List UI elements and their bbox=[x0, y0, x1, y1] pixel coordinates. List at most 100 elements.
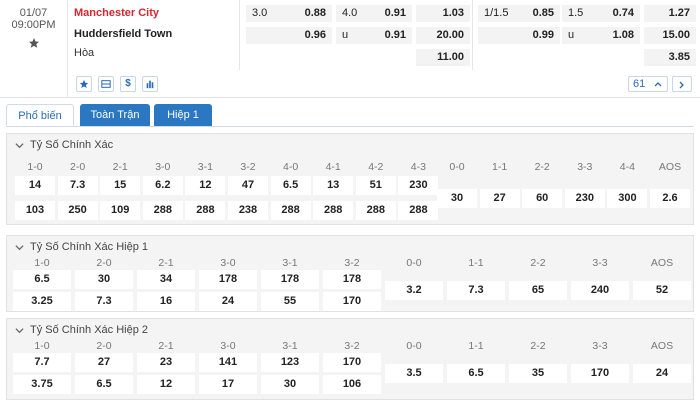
away-score-odd[interactable]: 170 bbox=[323, 292, 381, 311]
h1-home-win-odd[interactable]: 1.27 bbox=[644, 5, 696, 22]
draw-score-odd[interactable]: 230 bbox=[564, 188, 605, 208]
h1-away-win-odd[interactable]: 15.00 bbox=[644, 27, 696, 44]
section-title: Tỷ Số Chính Xác bbox=[30, 139, 114, 151]
chevron-down-icon bbox=[15, 142, 24, 148]
h1-over-odd[interactable]: 1.5 0.74 bbox=[562, 5, 640, 22]
home-score-odd[interactable]: 27 bbox=[75, 353, 133, 372]
score-label: 3-2 bbox=[344, 340, 360, 352]
draw-score-odd[interactable]: 170 bbox=[571, 364, 629, 383]
home-score-odd[interactable]: 123 bbox=[261, 353, 319, 372]
away-score-odd[interactable]: 6.5 bbox=[75, 375, 133, 394]
home-score-odd[interactable]: 7.3 bbox=[57, 176, 98, 195]
draw-score-odd[interactable]: 65 bbox=[509, 281, 567, 300]
chevron-right-icon bbox=[679, 81, 684, 89]
home-score-odd[interactable]: 47 bbox=[228, 176, 268, 195]
away-team-name[interactable]: Huddersfield Town bbox=[74, 28, 172, 40]
draw-score-odd[interactable]: 27 bbox=[479, 188, 520, 208]
away-score-odd[interactable]: 3.75 bbox=[13, 375, 71, 394]
away-score-odd[interactable]: 109 bbox=[100, 201, 141, 220]
away-score-odd[interactable]: 250 bbox=[57, 201, 98, 220]
draw-score-odd[interactable]: 240 bbox=[571, 281, 629, 300]
chart-icon[interactable] bbox=[142, 76, 158, 92]
draw-score-odd[interactable]: 3.2 bbox=[385, 281, 443, 300]
favorite-star-icon[interactable] bbox=[28, 37, 40, 49]
tab-full-match[interactable]: Toàn Trận bbox=[80, 104, 150, 126]
h1-draw-odd[interactable]: 3.85 bbox=[644, 49, 696, 66]
market-count-button[interactable]: 61 bbox=[628, 76, 668, 92]
away-score-odd[interactable]: 288 bbox=[185, 201, 226, 220]
home-score-odd[interactable]: 7.7 bbox=[13, 353, 71, 372]
home-score-odd[interactable]: 51 bbox=[355, 176, 396, 195]
section-header[interactable]: Tỷ Số Chính Xác Hiệp 2 bbox=[15, 324, 148, 336]
away-score-odd[interactable]: 288 bbox=[270, 201, 311, 220]
tab-first-half[interactable]: Hiệp 1 bbox=[154, 104, 212, 126]
away-score-odd[interactable]: 30 bbox=[261, 375, 319, 394]
draw-score-odd[interactable]: 300 bbox=[607, 188, 648, 208]
expand-button[interactable] bbox=[672, 76, 692, 92]
ft-home-win-odd[interactable]: 1.03 bbox=[416, 5, 470, 22]
h1-under-odd[interactable]: u 1.08 bbox=[562, 27, 640, 44]
dollar-icon[interactable]: $ bbox=[120, 76, 136, 92]
tab-popular[interactable]: Phổ biến bbox=[6, 104, 74, 126]
match-time: 09:00PM bbox=[11, 19, 56, 31]
home-team-name[interactable]: Manchester City bbox=[74, 7, 159, 19]
draw-score-odd[interactable]: 3.5 bbox=[385, 364, 443, 383]
draw-score-odd[interactable]: 6.5 bbox=[447, 364, 505, 383]
ft-under-odd[interactable]: u 0.91 bbox=[336, 27, 412, 44]
ft-draw-odd[interactable]: 11.00 bbox=[416, 49, 470, 66]
score-label: 4-3 bbox=[410, 161, 426, 173]
home-score-odd[interactable]: 12 bbox=[185, 176, 226, 195]
star-icon[interactable] bbox=[76, 76, 92, 92]
draw-score-odd[interactable]: 60 bbox=[522, 188, 563, 208]
away-score-odd[interactable]: 16 bbox=[137, 292, 195, 311]
draw-score-label: 3-3 bbox=[592, 257, 608, 269]
h1-handicap-home-odd[interactable]: 1/1.5 0.85 bbox=[478, 5, 560, 22]
away-score-odd[interactable]: 106 bbox=[323, 375, 381, 394]
home-score-odd[interactable]: 34 bbox=[137, 270, 195, 289]
draw-score-odd[interactable]: 52 bbox=[633, 281, 691, 300]
ft-handicap-away-odd[interactable]: 0.96 bbox=[246, 27, 332, 44]
ft-over-odd[interactable]: 4.0 0.91 bbox=[336, 5, 412, 22]
away-score-odd[interactable]: 288 bbox=[142, 201, 183, 220]
ft-away-win-odd[interactable]: 20.00 bbox=[416, 27, 470, 44]
home-score-odd[interactable]: 6.2 bbox=[142, 176, 183, 195]
away-score-odd[interactable]: 17 bbox=[199, 375, 257, 394]
away-score-odd[interactable]: 288 bbox=[398, 201, 439, 220]
home-score-odd[interactable]: 15 bbox=[100, 176, 141, 195]
home-score-odd[interactable]: 13 bbox=[313, 176, 354, 195]
home-score-odd[interactable]: 6.5 bbox=[13, 270, 71, 289]
section-header[interactable]: Tỷ Số Chính Xác bbox=[15, 139, 113, 151]
draw-score-odd[interactable]: 35 bbox=[509, 364, 567, 383]
section-title: Tỷ Số Chính Xác Hiệp 1 bbox=[30, 241, 149, 253]
h1-handicap-away-odd[interactable]: 0.99 bbox=[478, 27, 560, 44]
home-score-odd[interactable]: 6.5 bbox=[270, 176, 311, 195]
draw-score-odd[interactable]: 2.6 bbox=[650, 188, 690, 208]
away-score-odd[interactable]: 288 bbox=[355, 201, 396, 220]
section-header[interactable]: Tỷ Số Chính Xác Hiệp 1 bbox=[15, 241, 148, 253]
home-score-odd[interactable]: 23 bbox=[137, 353, 195, 372]
home-score-odd[interactable]: 30 bbox=[75, 270, 133, 289]
home-score-odd[interactable]: 141 bbox=[199, 353, 257, 372]
away-score-odd[interactable]: 238 bbox=[228, 201, 268, 220]
away-score-odd[interactable]: 55 bbox=[261, 292, 319, 311]
away-score-odd[interactable]: 288 bbox=[313, 201, 354, 220]
list-icon[interactable] bbox=[98, 76, 114, 92]
home-score-odd[interactable]: 178 bbox=[261, 270, 319, 289]
away-score-odd[interactable]: 24 bbox=[199, 292, 257, 311]
home-score-odd[interactable]: 14 bbox=[15, 176, 55, 195]
home-score-odd[interactable]: 178 bbox=[199, 270, 257, 289]
home-score-odd[interactable]: 178 bbox=[323, 270, 381, 289]
score-label: 4-2 bbox=[368, 161, 384, 173]
away-score-odd[interactable]: 7.3 bbox=[75, 292, 133, 311]
home-score-odd[interactable]: 170 bbox=[323, 353, 381, 372]
score-label: 4-1 bbox=[325, 161, 341, 173]
away-score-odd[interactable]: 3.25 bbox=[13, 292, 71, 311]
away-score-odd[interactable]: 103 bbox=[15, 201, 55, 220]
draw-score-odd[interactable]: 30 bbox=[437, 188, 477, 208]
draw-score-odd[interactable]: 24 bbox=[633, 364, 691, 383]
home-score-odd[interactable]: 230 bbox=[398, 176, 439, 195]
draw-score-odd[interactable]: 7.3 bbox=[447, 281, 505, 300]
away-score-odd[interactable]: 12 bbox=[137, 375, 195, 394]
draw-score-label: 2-2 bbox=[534, 161, 550, 173]
ft-handicap-home-odd[interactable]: 3.0 0.88 bbox=[246, 5, 332, 22]
